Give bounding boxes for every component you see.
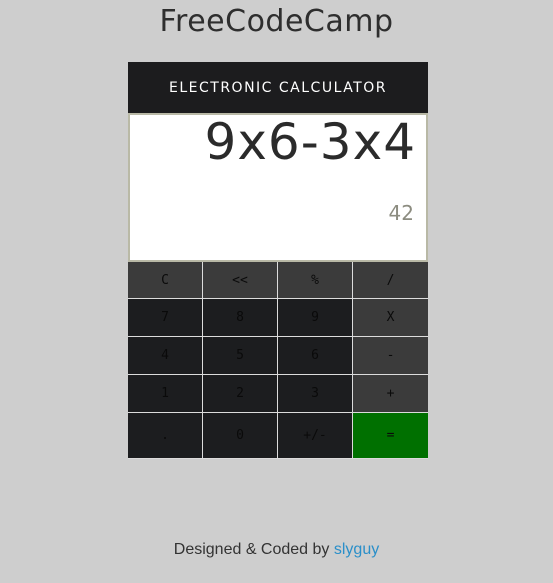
digit-5-button[interactable]: 5 [203,337,278,375]
digit-7-button[interactable]: 7 [128,299,203,337]
digit-9-button[interactable]: 9 [278,299,353,337]
digit-1-button[interactable]: 1 [128,375,203,413]
plus-minus-button[interactable]: +/- [278,413,353,459]
clear-button[interactable]: C [128,262,203,299]
percent-button[interactable]: % [278,262,353,299]
add-button[interactable]: + [353,375,428,413]
multiply-button[interactable]: X [353,299,428,337]
digit-3-button[interactable]: 3 [278,375,353,413]
divide-button[interactable]: / [353,262,428,299]
decimal-button[interactable]: . [128,413,203,459]
author-link[interactable]: slyguy [334,541,379,558]
keypad: C << % / 7 8 9 X 4 5 6 - 1 2 3 + . 0 +/-… [128,262,428,459]
site-title: FreeCodeCamp [159,4,394,39]
calculator: ELECTRONIC CALCULATOR 9x6-3x4 42 C << % … [128,62,428,459]
backspace-button[interactable]: << [203,262,278,299]
calculator-header: ELECTRONIC CALCULATOR [128,62,428,113]
display-expression: 9x6-3x4 [204,113,416,171]
digit-0-button[interactable]: 0 [203,413,278,459]
subtract-button[interactable]: - [353,337,428,375]
footer-text: Designed & Coded by [173,541,330,558]
digit-8-button[interactable]: 8 [203,299,278,337]
footer: Designed & Coded by slyguy [0,541,553,559]
display-result: 42 [388,201,414,225]
digit-2-button[interactable]: 2 [203,375,278,413]
digit-6-button[interactable]: 6 [278,337,353,375]
equals-button[interactable]: = [353,413,428,459]
calculator-display: 9x6-3x4 42 [128,113,428,262]
digit-4-button[interactable]: 4 [128,337,203,375]
